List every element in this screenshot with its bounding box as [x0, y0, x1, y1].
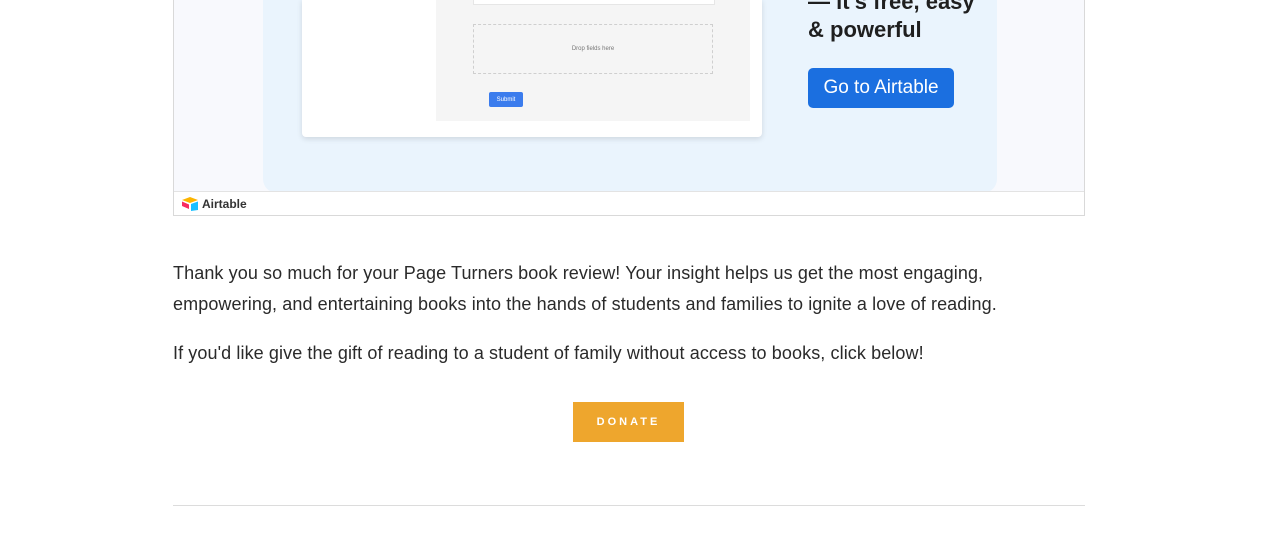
embed-footer: Airtable	[174, 191, 1084, 215]
form-preview: Drop fields here Submit	[302, 0, 762, 137]
airtable-brand-link[interactable]: Airtable	[202, 197, 247, 211]
form-preview-body: Drop fields here Submit	[436, 0, 750, 121]
donate-button[interactable]: DONATE	[573, 402, 684, 442]
preview-submit-button: Submit	[489, 92, 523, 107]
airtable-embed: Drop fields here Submit — it's free, eas…	[173, 0, 1085, 216]
thank-you-content: Thank you so much for your Page Turners …	[173, 258, 1085, 369]
thank-you-paragraph: Thank you so much for your Page Turners …	[173, 263, 997, 314]
promo-line-1: — it's free, easy	[808, 0, 975, 14]
go-to-airtable-button[interactable]: Go to Airtable	[808, 68, 954, 108]
donate-prompt-paragraph: If you'd like give the gift of reading t…	[173, 343, 924, 363]
donate-container: DONATE	[573, 402, 684, 442]
promo-line-2: & powerful	[808, 17, 922, 42]
form-field-placeholder	[473, 0, 715, 5]
airtable-promo-panel: Drop fields here Submit — it's free, eas…	[263, 0, 997, 193]
section-divider	[173, 505, 1085, 506]
drop-zone: Drop fields here	[473, 24, 713, 74]
airtable-logo-icon	[182, 196, 198, 211]
